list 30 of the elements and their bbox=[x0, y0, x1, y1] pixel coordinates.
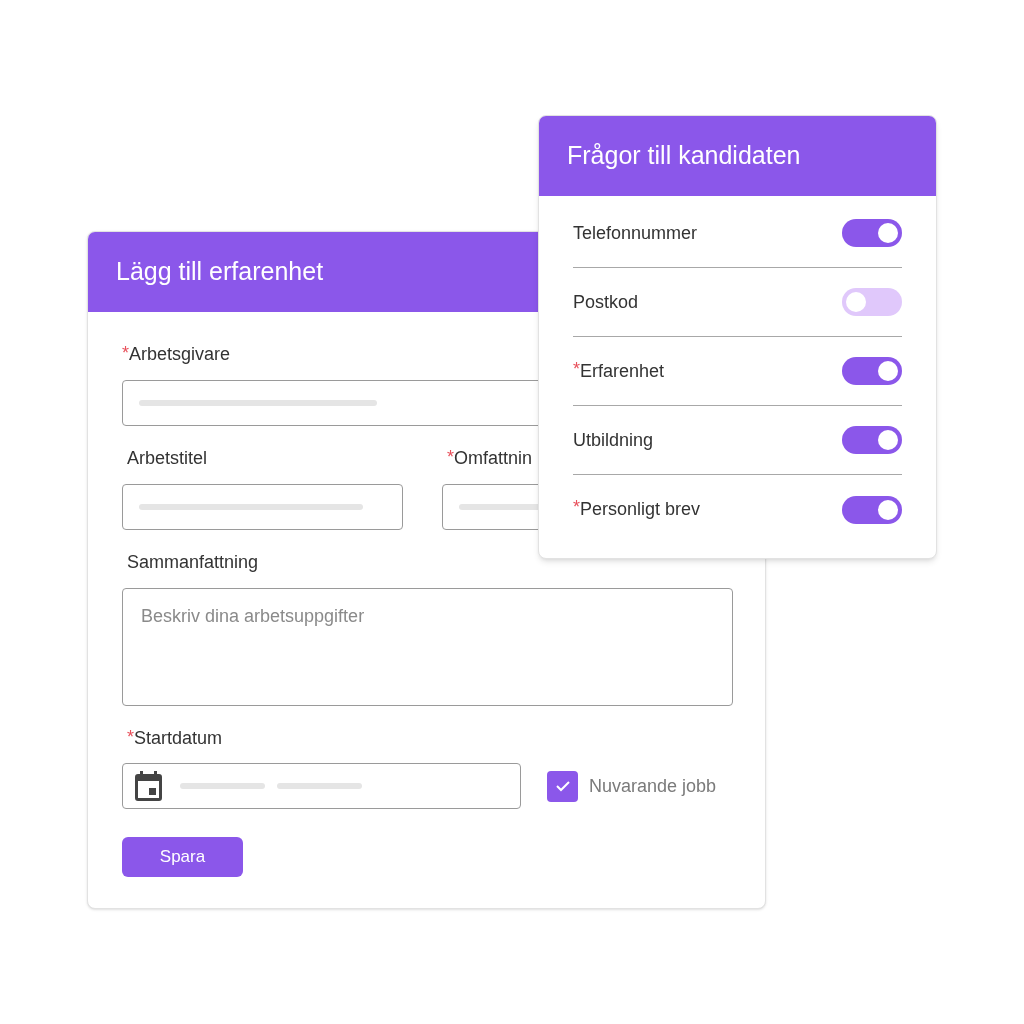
checkbox[interactable] bbox=[547, 770, 578, 802]
required-mark: * bbox=[573, 496, 580, 517]
start-date-field[interactable] bbox=[122, 763, 521, 809]
field-label: Startdatum bbox=[134, 726, 223, 750]
required-mark: * bbox=[447, 446, 454, 468]
question-label: Utbildning bbox=[573, 428, 654, 452]
required-mark: * bbox=[573, 357, 580, 380]
toggle-switch[interactable] bbox=[842, 426, 902, 454]
toggle-switch[interactable] bbox=[842, 219, 902, 247]
checkbox-label: Nuvarande jobb bbox=[589, 774, 717, 798]
card-title: Frågor till kandidaten bbox=[567, 140, 801, 172]
question-label: Postkod bbox=[573, 290, 639, 314]
calendar-icon bbox=[135, 771, 162, 801]
required-mark: * bbox=[122, 342, 129, 363]
question-label: Telefonnummer bbox=[573, 221, 698, 245]
check-icon bbox=[554, 780, 571, 792]
field-label: Omfattnin bbox=[454, 446, 533, 470]
question-label: Personligt brev bbox=[580, 498, 701, 521]
card-title: Lägg till erfarenhet bbox=[116, 256, 324, 288]
job-title-field[interactable] bbox=[122, 484, 403, 530]
summary-field[interactable]: Beskriv dina arbetsuppgifter bbox=[122, 588, 733, 706]
toggle-switch[interactable] bbox=[842, 495, 902, 524]
field-label: Sammanfattning bbox=[127, 550, 259, 574]
question-label: Erfarenhet bbox=[580, 359, 665, 383]
field-label: Arbetsgivare bbox=[129, 342, 231, 366]
field-label: Arbetstitel bbox=[127, 446, 208, 470]
toggle-switch[interactable] bbox=[842, 288, 902, 316]
toggle-switch[interactable] bbox=[842, 357, 902, 385]
required-mark: * bbox=[127, 726, 134, 748]
save-button[interactable]: Spara bbox=[122, 837, 243, 877]
